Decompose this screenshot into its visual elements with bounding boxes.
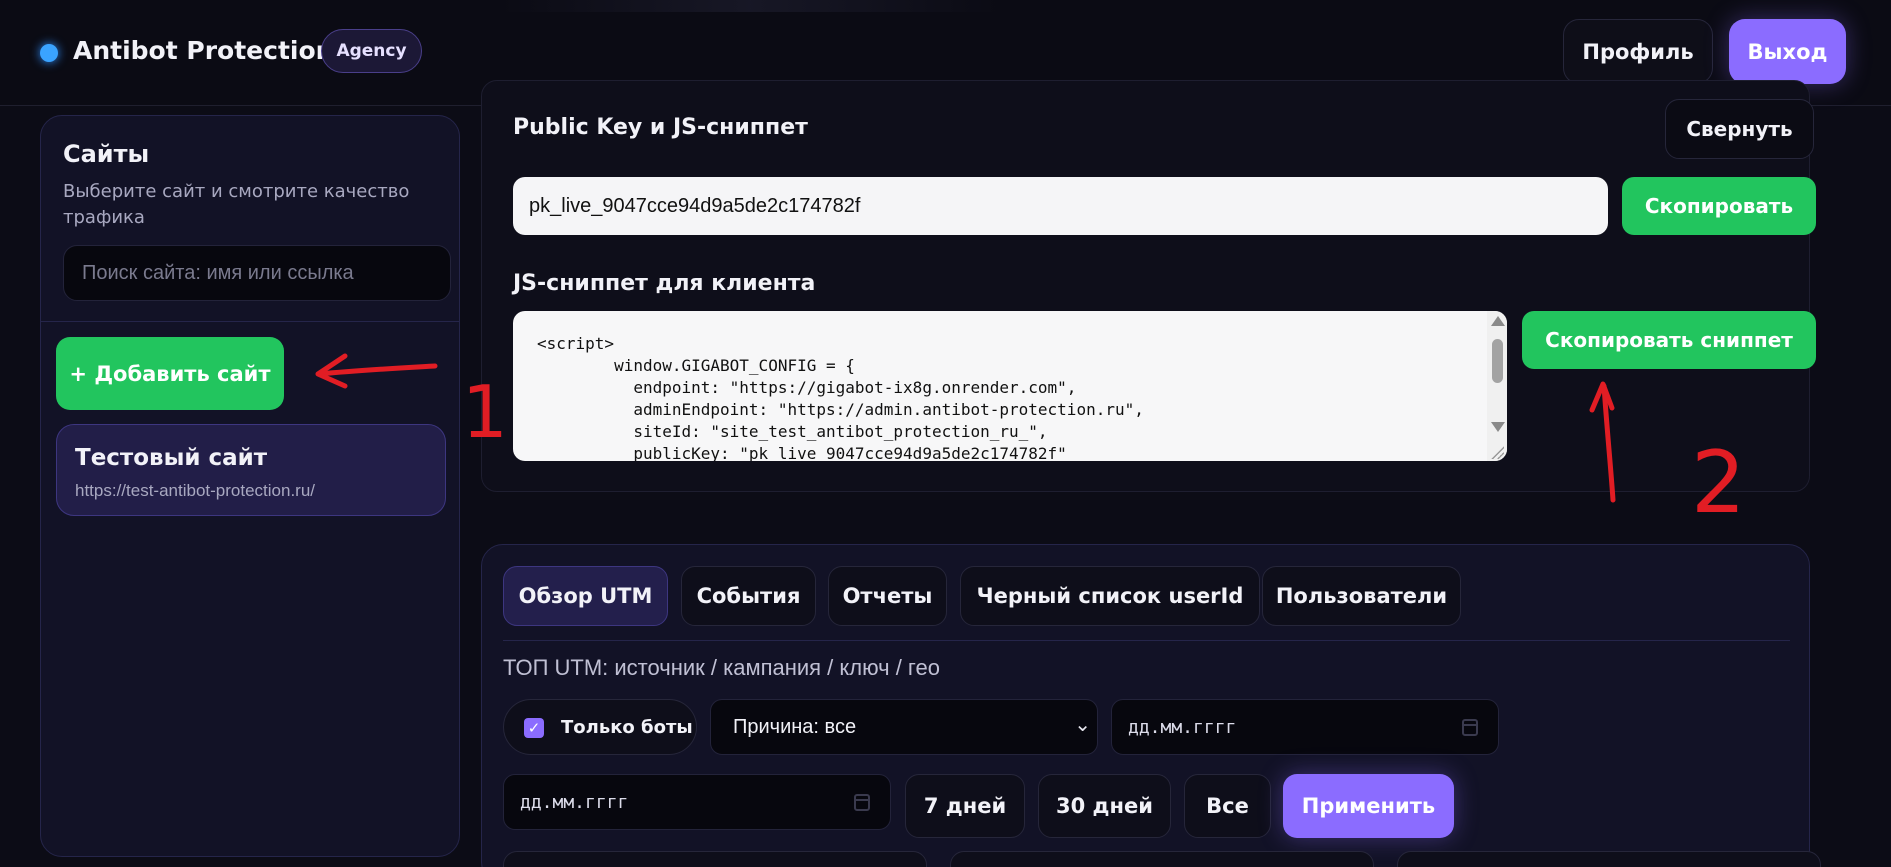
apply-button[interactable]: Применить bbox=[1283, 774, 1454, 838]
resize-grip-icon[interactable] bbox=[1490, 445, 1504, 459]
scroll-thumb[interactable] bbox=[1492, 339, 1503, 383]
copy-key-button[interactable]: Скопировать bbox=[1622, 177, 1816, 235]
summary-card bbox=[1397, 851, 1821, 867]
tab-blacklist[interactable]: Черный список userId bbox=[960, 566, 1260, 626]
date-from-field[interactable]: дд.мм.гггг bbox=[1111, 699, 1499, 755]
snippet-code: <script> window.GIGABOT_CONFIG = { endpo… bbox=[537, 334, 1144, 461]
public-key-title: Public Key и JS-сниппет bbox=[513, 115, 808, 140]
snippet-textarea[interactable]: <script> window.GIGABOT_CONFIG = { endpo… bbox=[513, 311, 1507, 461]
scroll-up-icon[interactable] bbox=[1491, 316, 1505, 326]
chevron-down-icon: ⌄ bbox=[1074, 712, 1091, 736]
sidebar-divider bbox=[41, 321, 459, 322]
sidebar-title: Сайты bbox=[63, 140, 150, 168]
plan-badge: Agency bbox=[321, 29, 422, 73]
tab-users[interactable]: Пользователи bbox=[1262, 566, 1461, 626]
snippet-scrollbar[interactable] bbox=[1487, 311, 1507, 461]
summary-card bbox=[950, 851, 1374, 867]
summary-card bbox=[503, 851, 927, 867]
copy-snippet-button[interactable]: Скопировать сниппет bbox=[1522, 311, 1816, 369]
profile-button[interactable]: Профиль bbox=[1563, 19, 1713, 84]
site-name: Тестовый сайт bbox=[75, 445, 268, 471]
only-bots-toggle[interactable]: ✓ Только боты bbox=[503, 699, 697, 755]
range-all-button[interactable]: Все bbox=[1184, 774, 1271, 838]
sites-sidebar: Сайты Выберите сайт и смотрите качество … bbox=[40, 115, 460, 857]
site-card[interactable]: Тестовый сайт https://test-antibot-prote… bbox=[56, 424, 446, 516]
reason-select[interactable]: Причина: все ⌄ bbox=[710, 699, 1098, 755]
snippet-title: JS-сниппет для клиента bbox=[513, 271, 816, 296]
only-bots-label: Только боты bbox=[561, 717, 693, 738]
analytics-panel: Обзор UTM События Отчеты Черный список u… bbox=[481, 544, 1821, 867]
add-site-button[interactable]: + Добавить сайт bbox=[56, 337, 284, 410]
tab-reports[interactable]: Отчеты bbox=[828, 566, 947, 626]
calendar-icon[interactable] bbox=[1462, 719, 1478, 736]
calendar-icon[interactable] bbox=[854, 794, 870, 811]
utm-heading: ТОП UTM: источник / кампания / ключ / ге… bbox=[503, 655, 940, 680]
sidebar-subtitle: Выберите сайт и смотрите качество трафик… bbox=[63, 181, 410, 228]
reason-select-value: Причина: все bbox=[733, 716, 857, 738]
public-key-field[interactable] bbox=[513, 177, 1608, 235]
tab-utm-overview[interactable]: Обзор UTM bbox=[503, 566, 668, 626]
range-30-days-button[interactable]: 30 дней bbox=[1038, 774, 1171, 838]
collapse-button[interactable]: Свернуть bbox=[1665, 99, 1814, 159]
scroll-down-icon[interactable] bbox=[1491, 422, 1505, 432]
checkbox-checked-icon[interactable]: ✓ bbox=[524, 718, 544, 738]
public-key-panel: Public Key и JS-сниппет Свернуть Скопиро… bbox=[481, 80, 1816, 492]
header-fade bbox=[500, 0, 1000, 12]
tabs-divider bbox=[503, 640, 1790, 641]
brand-title: Antibot Protection bbox=[73, 36, 334, 65]
tab-events[interactable]: События bbox=[681, 566, 816, 626]
site-search-input[interactable] bbox=[63, 245, 451, 301]
site-url: https://test-antibot-protection.ru/ bbox=[75, 481, 316, 500]
date-to-placeholder: дд.мм.гггг bbox=[520, 792, 629, 813]
range-7-days-button[interactable]: 7 дней bbox=[905, 774, 1025, 838]
logout-button[interactable]: Выход bbox=[1729, 19, 1846, 84]
brand-dot-icon bbox=[40, 44, 58, 62]
date-to-field[interactable]: дд.мм.гггг bbox=[503, 774, 891, 830]
date-from-placeholder: дд.мм.гггг bbox=[1128, 717, 1237, 738]
